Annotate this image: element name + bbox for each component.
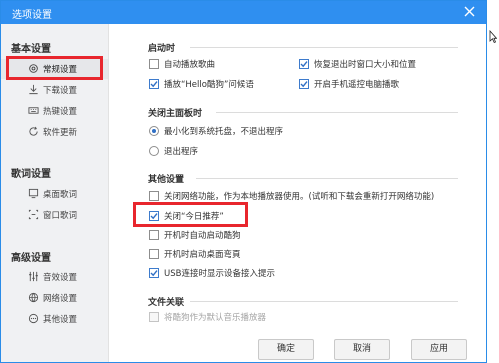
checkbox-box[interactable] bbox=[149, 79, 159, 89]
group-title-file-assoc: 文件关联 bbox=[148, 298, 185, 308]
mouse-cursor-icon bbox=[489, 29, 498, 44]
checkbox-label: 开机时启动桌面弯頁 bbox=[164, 250, 241, 260]
section-title-advanced: 高级设置 bbox=[11, 253, 51, 264]
more-icon bbox=[28, 313, 39, 324]
sidebar-item-label: 窗口歌词 bbox=[43, 211, 78, 221]
sidebar-item-label: 下载设置 bbox=[43, 86, 78, 96]
highlight-general-settings bbox=[6, 56, 103, 80]
radio-dot[interactable] bbox=[149, 146, 159, 156]
radio-label: 最小化到系统托盘，不退出程序 bbox=[164, 127, 284, 137]
globe-icon bbox=[28, 292, 39, 303]
checkbox-auto-play[interactable]: 自动播放歌曲 bbox=[149, 58, 299, 71]
radio-minimize-to-tray[interactable]: 最小化到系统托盘，不退出程序 bbox=[149, 125, 349, 138]
sidebar-item-window-lyrics[interactable]: 窗口歌词 bbox=[1, 205, 108, 225]
window-title: 选项设置 bbox=[12, 10, 52, 21]
checkbox-box[interactable] bbox=[299, 79, 309, 89]
checkbox-box[interactable] bbox=[149, 249, 159, 259]
settings-panel: 启动时 自动播放歌曲 恢复退出时窗口大小和位置 播放“Hello酷狗”问候语 开… bbox=[110, 24, 486, 362]
group-title-close-panel: 关闭主面板时 bbox=[148, 109, 203, 119]
sidebar-item-download[interactable]: 下载设置 bbox=[1, 80, 108, 100]
checkbox-label: 播放“Hello酷狗”问候语 bbox=[164, 80, 254, 90]
checkbox-box[interactable] bbox=[149, 191, 159, 201]
checkbox-default-player[interactable]: 将酷狗作为默认音乐播放器 bbox=[149, 311, 329, 324]
checkbox-label: 开启手机遥控电脑播歌 bbox=[314, 80, 400, 90]
sidebar-item-label: 其他设置 bbox=[43, 315, 78, 325]
radio-exit-program[interactable]: 退出程序 bbox=[149, 145, 249, 158]
checkbox-box[interactable] bbox=[299, 59, 309, 69]
desktop-lyrics-icon bbox=[28, 188, 39, 199]
checkbox-label: 开机时自动启动酷狗 bbox=[164, 231, 241, 241]
sidebar-item-update[interactable]: 软件更新 bbox=[1, 122, 108, 142]
sidebar-item-desktop-lyrics[interactable]: 桌面歌词 bbox=[1, 184, 108, 204]
window-lyrics-icon bbox=[28, 209, 39, 220]
sidebar-item-label: 音效设置 bbox=[43, 273, 78, 283]
checkbox-box[interactable] bbox=[149, 312, 159, 322]
group-title-other: 其他设置 bbox=[148, 175, 185, 185]
checkbox-box[interactable] bbox=[149, 59, 159, 69]
title-bar[interactable]: 选项设置 bbox=[1, 1, 486, 24]
checkbox-autostart-desktop[interactable]: 开机时启动桌面弯頁 bbox=[149, 248, 299, 261]
apply-button[interactable]: 应用 bbox=[411, 339, 467, 360]
sidebar-item-label: 桌面歌词 bbox=[43, 190, 78, 200]
equalizer-icon bbox=[28, 271, 39, 282]
options-dialog: 选项设置 基本设置 常规设置 下载设置 热键设置 软件更新 歌词设置 桌面歌词 … bbox=[0, 0, 487, 363]
close-icon[interactable] bbox=[463, 5, 476, 18]
checkbox-label: 自动播放歌曲 bbox=[164, 60, 216, 70]
keyboard-icon bbox=[28, 105, 39, 116]
checkbox-hello-greeting[interactable]: 播放“Hello酷狗”问候语 bbox=[149, 78, 299, 91]
sidebar-item-hotkey[interactable]: 热键设置 bbox=[1, 101, 108, 121]
checkbox-box[interactable] bbox=[149, 268, 159, 278]
checkbox-usb-notify[interactable]: USB连接时显示设备接入提示 bbox=[149, 267, 329, 280]
checkbox-label: 关闭网络功能，作为本地播放器使用。(试听和下载会重新打开网络功能) bbox=[164, 192, 435, 202]
download-icon bbox=[28, 84, 39, 95]
divider bbox=[196, 178, 458, 179]
divider bbox=[190, 47, 458, 48]
highlight-daily-recommend bbox=[133, 202, 248, 227]
radio-label: 退出程序 bbox=[164, 147, 199, 157]
sidebar-item-sound-effects[interactable]: 音效设置 bbox=[1, 267, 108, 287]
sidebar-item-network[interactable]: 网络设置 bbox=[1, 288, 108, 308]
checkbox-label: 恢复退出时窗口大小和位置 bbox=[314, 60, 417, 70]
cancel-button[interactable]: 取消 bbox=[334, 339, 390, 360]
checkbox-restore-window[interactable]: 恢复退出时窗口大小和位置 bbox=[299, 58, 459, 71]
update-icon bbox=[28, 126, 39, 137]
sidebar-item-other[interactable]: 其他设置 bbox=[1, 309, 108, 329]
checkbox-label: 将酷狗作为默认音乐播放器 bbox=[164, 313, 267, 323]
sidebar-item-label: 热键设置 bbox=[43, 107, 78, 117]
checkbox-phone-remote[interactable]: 开启手机遥控电脑播歌 bbox=[299, 78, 459, 91]
checkbox-autostart-kugou[interactable]: 开机时自动启动酷狗 bbox=[149, 229, 299, 242]
divider bbox=[190, 301, 458, 302]
radio-dot[interactable] bbox=[149, 126, 159, 136]
section-title-lyrics: 歌词设置 bbox=[11, 169, 51, 180]
checkbox-box[interactable] bbox=[149, 230, 159, 240]
section-title-basic: 基本设置 bbox=[11, 44, 51, 55]
ok-button[interactable]: 确定 bbox=[258, 339, 314, 360]
checkbox-label: USB连接时显示设备接入提示 bbox=[164, 269, 275, 279]
sidebar-item-label: 网络设置 bbox=[43, 294, 78, 304]
sidebar-item-label: 软件更新 bbox=[43, 128, 78, 138]
group-title-startup: 启动时 bbox=[148, 44, 176, 54]
divider bbox=[216, 112, 458, 113]
